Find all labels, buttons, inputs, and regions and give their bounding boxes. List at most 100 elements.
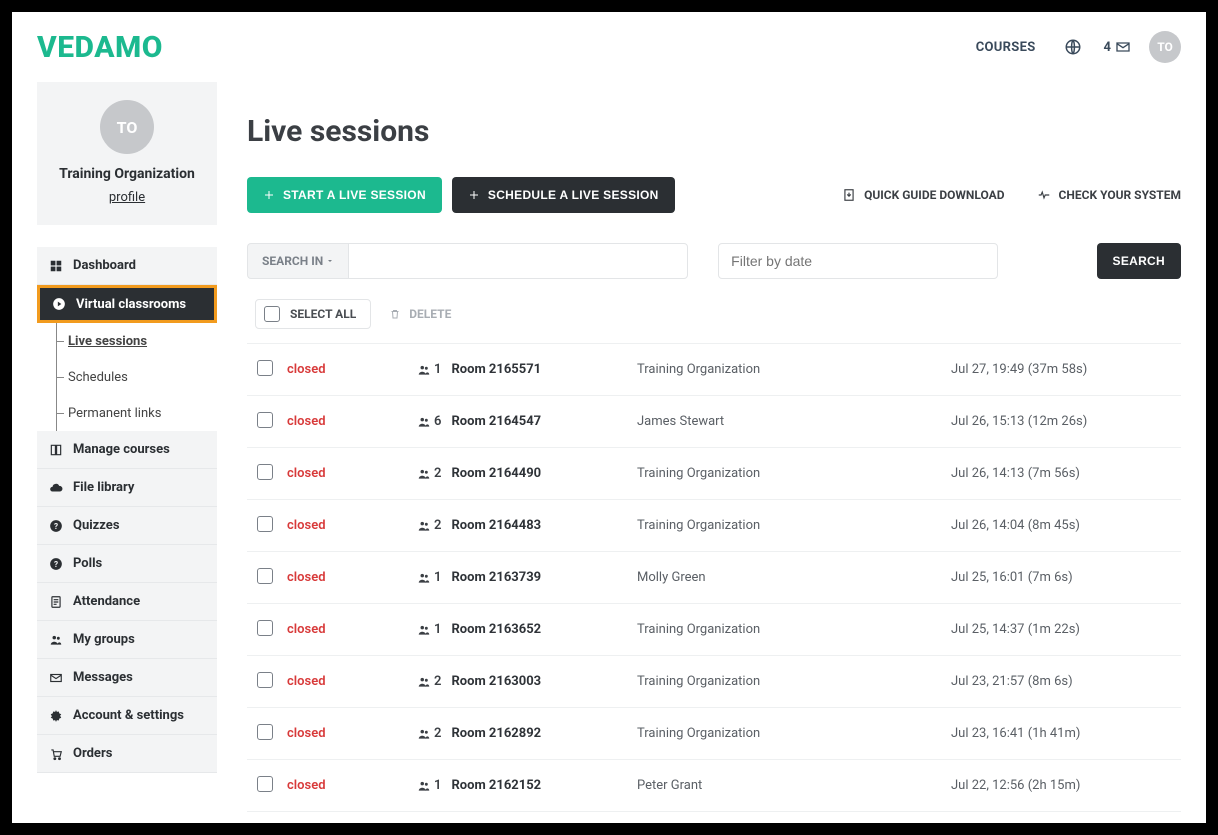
- search-input[interactable]: [348, 243, 688, 279]
- session-time: Jul 26, 15:13 (12m 26s): [951, 414, 1181, 429]
- users-icon: [417, 623, 431, 637]
- session-row-checkbox[interactable]: [257, 776, 273, 792]
- session-row-checkbox[interactable]: [257, 672, 273, 688]
- schedule-live-session-button[interactable]: SCHEDULE A LIVE SESSION: [452, 177, 675, 213]
- globe-icon[interactable]: [1064, 38, 1082, 56]
- users-count: 2: [417, 726, 441, 741]
- subnav-label: Permanent links: [68, 406, 161, 421]
- session-row[interactable]: closed 2 Room 2162892 Training Organizat…: [247, 708, 1181, 760]
- users-count-value: 1: [434, 622, 441, 637]
- users-icon: [417, 779, 431, 793]
- subnav-permanent-links[interactable]: Permanent links: [37, 395, 217, 431]
- grid-icon: [49, 259, 63, 273]
- nav-orders[interactable]: Orders: [37, 735, 217, 773]
- nav-virtual-classrooms[interactable]: Virtual classrooms: [37, 285, 217, 323]
- nav-label: Manage courses: [73, 442, 170, 457]
- search-in-dropdown[interactable]: SEARCH IN: [247, 243, 348, 279]
- session-status: closed: [287, 362, 417, 377]
- search-button[interactable]: SEARCH: [1097, 243, 1181, 279]
- session-row[interactable]: closed 6 Room 2164547 James Stewart Jul …: [247, 396, 1181, 448]
- session-organizer: Training Organization: [637, 674, 951, 689]
- session-row[interactable]: closed 2 Room 2164483 Training Organizat…: [247, 500, 1181, 552]
- users-count-value: 2: [434, 674, 441, 689]
- session-time: Jul 25, 16:01 (7m 6s): [951, 570, 1181, 585]
- quick-guide-download[interactable]: QUICK GUIDE DOWNLOAD: [842, 188, 1004, 202]
- topbar: VEDAMO COURSES 4 TO: [37, 12, 1181, 82]
- users-count: 1: [417, 362, 441, 377]
- nav-label: Account & settings: [73, 708, 184, 723]
- trash-icon: [389, 308, 401, 320]
- session-status: closed: [287, 518, 417, 533]
- session-time: Jul 22, 12:56 (2h 15m): [951, 778, 1181, 793]
- start-live-session-button[interactable]: START A LIVE SESSION: [247, 177, 442, 213]
- users-icon: [417, 571, 431, 585]
- nav-polls[interactable]: ? Polls: [37, 545, 217, 583]
- session-row-checkbox[interactable]: [257, 360, 273, 376]
- session-row-checkbox[interactable]: [257, 620, 273, 636]
- session-row[interactable]: closed 1 Room 2165571 Training Organizat…: [247, 344, 1181, 396]
- session-organizer: Training Organization: [637, 362, 951, 377]
- nav-virtual-subnav: Live sessions Schedules Permanent links: [37, 323, 217, 431]
- session-time: Jul 26, 14:04 (8m 45s): [951, 518, 1181, 533]
- session-room-name: Room 2165571: [451, 362, 541, 377]
- session-row[interactable]: closed 1 Room 2163739 Molly Green Jul 25…: [247, 552, 1181, 604]
- nav-attendance[interactable]: Attendance: [37, 583, 217, 621]
- nav-account-settings[interactable]: Account & settings: [37, 697, 217, 735]
- nav-label: Virtual classrooms: [76, 297, 186, 312]
- session-status: closed: [287, 414, 417, 429]
- subnav-label: Live sessions: [68, 334, 147, 349]
- subnav-schedules[interactable]: Schedules: [37, 359, 217, 395]
- session-room-name: Room 2162892: [451, 726, 541, 741]
- session-row[interactable]: closed 1 Room 2163652 Training Organizat…: [247, 604, 1181, 656]
- session-organizer: Training Organization: [637, 622, 951, 637]
- nav-label: File library: [73, 480, 134, 495]
- session-row[interactable]: closed 1 Room 2162152 Peter Grant Jul 22…: [247, 760, 1181, 812]
- session-row[interactable]: closed 2 Room 2164490 Training Organizat…: [247, 448, 1181, 500]
- select-row: SELECT ALL DELETE: [247, 295, 1181, 343]
- session-row-checkbox[interactable]: [257, 464, 273, 480]
- session-organizer: Molly Green: [637, 570, 951, 585]
- select-all[interactable]: SELECT ALL: [255, 299, 371, 329]
- button-label: START A LIVE SESSION: [283, 188, 426, 202]
- session-room-name: Room 2164547: [451, 414, 541, 429]
- plus-icon: [468, 189, 480, 201]
- session-row-checkbox[interactable]: [257, 412, 273, 428]
- users-icon: [49, 633, 63, 647]
- session-row-checkbox[interactable]: [257, 568, 273, 584]
- check-your-system[interactable]: CHECK YOUR SYSTEM: [1037, 188, 1181, 202]
- link-label: CHECK YOUR SYSTEM: [1059, 188, 1181, 202]
- users-count: 6: [417, 414, 441, 429]
- users-count-value: 2: [434, 466, 441, 481]
- page-title: Live sessions: [247, 114, 1181, 149]
- nav-label: Attendance: [73, 594, 140, 609]
- user-avatar[interactable]: TO: [1149, 31, 1181, 63]
- button-label: SEARCH: [1113, 254, 1165, 268]
- session-status: closed: [287, 778, 417, 793]
- profile-avatar: TO: [100, 100, 154, 154]
- session-row[interactable]: closed 2 Room 2163003 Training Organizat…: [247, 656, 1181, 708]
- session-time: Jul 26, 14:13 (7m 56s): [951, 466, 1181, 481]
- nav-my-groups[interactable]: My groups: [37, 621, 217, 659]
- nav-file-library[interactable]: File library: [37, 469, 217, 507]
- sessions-list: closed 1 Room 2165571 Training Organizat…: [247, 343, 1181, 812]
- delete-button[interactable]: DELETE: [389, 307, 451, 321]
- courses-link[interactable]: COURSES: [976, 40, 1036, 55]
- subnav-live-sessions[interactable]: Live sessions: [37, 323, 217, 359]
- select-all-checkbox[interactable]: [264, 306, 280, 322]
- users-count: 1: [417, 570, 441, 585]
- session-row-checkbox[interactable]: [257, 516, 273, 532]
- session-status: closed: [287, 570, 417, 585]
- filter-by-date-input[interactable]: [718, 243, 998, 279]
- nav-quizzes[interactable]: ? Quizzes: [37, 507, 217, 545]
- nav-messages[interactable]: Messages: [37, 659, 217, 697]
- profile-link[interactable]: profile: [47, 190, 207, 205]
- session-status: closed: [287, 466, 417, 481]
- notification-count[interactable]: 4: [1104, 39, 1131, 55]
- caret-down-icon: [326, 257, 334, 265]
- nav-manage-courses[interactable]: Manage courses: [37, 431, 217, 469]
- nav-label: Quizzes: [73, 518, 120, 533]
- session-room-name: Room 2163739: [451, 570, 541, 585]
- book-icon: [49, 443, 63, 457]
- session-row-checkbox[interactable]: [257, 724, 273, 740]
- nav-dashboard[interactable]: Dashboard: [37, 247, 217, 285]
